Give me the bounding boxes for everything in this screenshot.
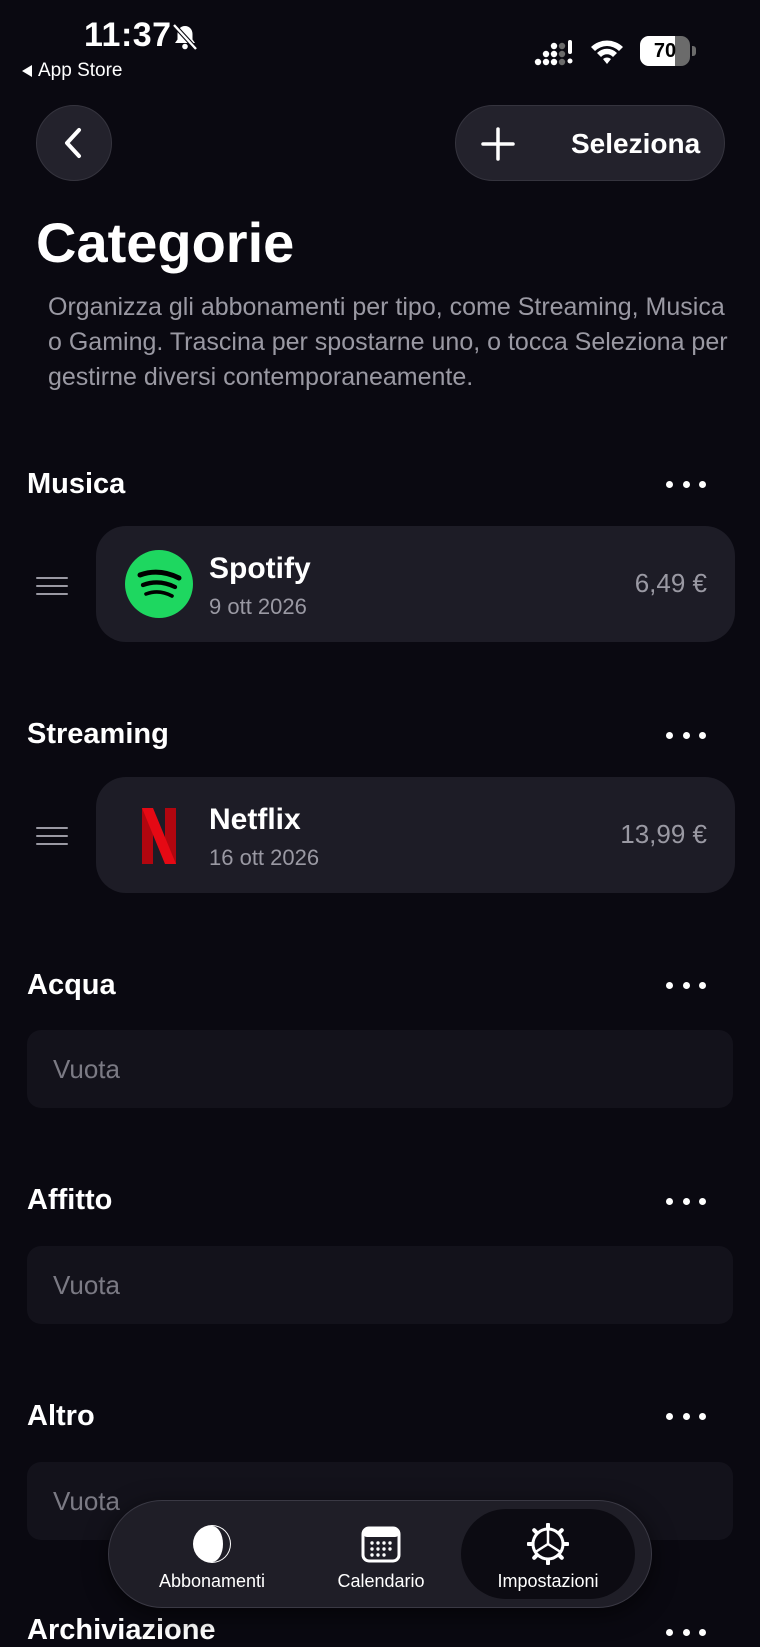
tab-bar: Abbonamenti Calendario Impostazioni xyxy=(108,1500,652,1608)
calendar-icon xyxy=(361,1526,401,1563)
section-more-button[interactable] xyxy=(662,1401,710,1431)
section-more-button[interactable] xyxy=(662,970,710,1000)
status-time: 11:37 xyxy=(84,16,172,54)
gear-icon xyxy=(527,1523,569,1565)
section-title-acqua: Acqua xyxy=(27,969,116,1001)
battery-indicator: 70 xyxy=(640,36,696,66)
section-title-archiviazione: Archiviazione xyxy=(27,1614,216,1646)
empty-label: Vuota xyxy=(53,1486,120,1516)
chevron-left-icon xyxy=(65,128,81,158)
empty-label: Vuota xyxy=(53,1054,120,1084)
subscription-date: 9 ott 2026 xyxy=(209,594,307,619)
section-more-button[interactable] xyxy=(662,1617,710,1647)
subscription-card-netflix[interactable]: Netflix 16 ott 2026 13,99 € xyxy=(96,777,735,893)
tab-label: Abbonamenti xyxy=(158,1571,266,1591)
page-description: Organizza gli abbonamenti per tipo, come… xyxy=(48,293,728,391)
subscription-card-spotify[interactable]: Spotify 9 ott 2026 6,49 € xyxy=(96,526,735,642)
circle-half-icon xyxy=(193,1525,231,1563)
cellular-signal-icon xyxy=(534,40,573,66)
drag-handle-icon[interactable] xyxy=(36,827,68,845)
section-title-altro: Altro xyxy=(27,1400,95,1432)
empty-category-placeholder: Vuota xyxy=(27,1030,733,1108)
subscription-price: 6,49 € xyxy=(634,568,707,598)
empty-category-placeholder: Vuota xyxy=(27,1246,733,1324)
bell-slash-icon xyxy=(172,23,198,51)
empty-label: Vuota xyxy=(53,1270,120,1300)
section-title-musica: Musica xyxy=(27,468,126,500)
section-more-button[interactable] xyxy=(662,720,710,750)
spotify-logo-icon xyxy=(125,550,193,618)
netflix-logo-icon xyxy=(142,808,176,864)
section-more-button[interactable] xyxy=(662,1186,710,1216)
plus-icon xyxy=(481,127,515,161)
top-actions: Seleziona xyxy=(455,105,725,181)
tab-calendario[interactable]: Calendario xyxy=(294,1509,468,1599)
section-title-affitto: Affitto xyxy=(27,1184,113,1216)
back-button[interactable] xyxy=(36,105,112,181)
drag-handle-icon[interactable] xyxy=(36,577,68,595)
subscription-date: 16 ott 2026 xyxy=(209,845,320,870)
section-more-button[interactable] xyxy=(662,469,710,499)
add-category-button[interactable] xyxy=(474,120,522,168)
subscription-price: 13,99 € xyxy=(620,819,707,849)
tab-label: Calendario xyxy=(337,1571,425,1591)
section-title-streaming: Streaming xyxy=(27,718,169,750)
wifi-icon xyxy=(591,40,623,64)
back-to-app-store[interactable]: App Store xyxy=(22,60,123,82)
tab-label: Impostazioni xyxy=(497,1571,599,1591)
tab-impostazioni[interactable]: Impostazioni xyxy=(461,1509,635,1599)
back-app-label: App Store xyxy=(38,60,123,81)
select-button[interactable]: Seleziona xyxy=(571,106,700,182)
subscription-name: Spotify xyxy=(209,552,311,585)
battery-level: 70 xyxy=(653,40,677,62)
back-triangle-icon xyxy=(22,65,32,77)
page-title: Categorie xyxy=(36,211,295,274)
subscription-name: Netflix xyxy=(209,803,301,836)
tab-abbonamenti[interactable]: Abbonamenti xyxy=(125,1509,299,1599)
